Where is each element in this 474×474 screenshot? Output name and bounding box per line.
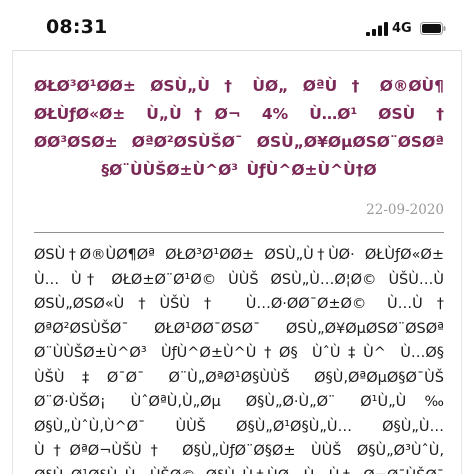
phone-screen: 08:31 4G ØŁØ³Ø¹ØØ± ØSÙ„Ù † ÙØ„ ØªÙ † Ø®Ø…	[0, 0, 474, 474]
status-time: 08:31	[46, 16, 108, 38]
signal-bars-icon	[366, 22, 388, 36]
article-title: ØŁØ³Ø¹ØØ± ØSÙ„Ù † ÙØ„ ØªÙ † Ø®ØÙ¶ ØŁÙƒØ«…	[34, 77, 444, 179]
network-type: 4G	[392, 21, 412, 36]
battery-icon	[420, 22, 446, 35]
article-body: ØSÙ†Ø®ÙØ¶Øª ØŁØ³Ø¹ØØ± ØSÙ„Ù†ÙØ· ØŁÙƒØ«Ø±…	[34, 247, 444, 474]
article-view[interactable]: ØŁØ³Ø¹ØØ± ØSÙ„Ù † ÙØ„ ØªÙ † Ø®ØÙ¶ ØŁÙƒØ«…	[34, 58, 444, 474]
article-date: 22-09-2020	[366, 202, 444, 218]
frame-left-edge	[12, 50, 13, 474]
frame-right-edge	[461, 50, 462, 474]
article-divider	[34, 232, 444, 233]
frame-top-edge	[12, 50, 462, 51]
